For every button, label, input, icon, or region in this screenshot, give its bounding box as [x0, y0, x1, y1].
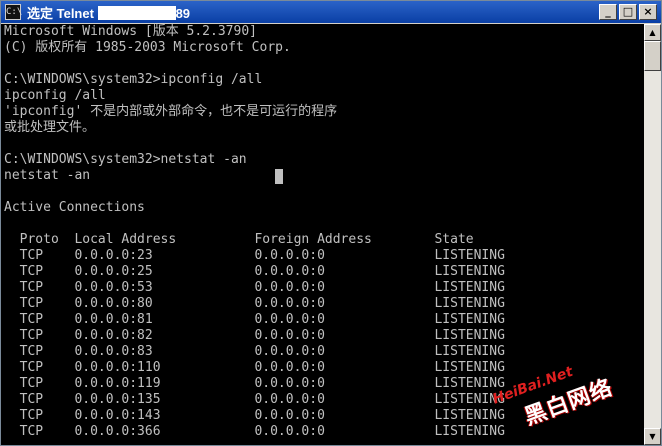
scroll-up-button[interactable]: ▲	[644, 24, 661, 41]
console-line: C:\WINDOWS\system32>ipconfig /all	[4, 72, 263, 87]
window-controls: _ □ ×	[599, 4, 657, 20]
redacted-host	[97, 5, 176, 20]
console-line: TCP 0.0.0.0:81 0.0.0.0:0 LISTENING	[4, 312, 505, 327]
console-line: (C) 版权所有 1985-2003 Microsoft Corp.	[4, 40, 291, 55]
console-line: TCP 0.0.0.0:80 0.0.0.0:0 LISTENING	[4, 296, 505, 311]
maximize-button[interactable]: □	[619, 4, 637, 20]
console-icon[interactable]: C:\	[5, 4, 22, 20]
console-line: C:\WINDOWS\system32>netstat -an	[4, 152, 247, 167]
console-line: ipconfig /all	[4, 88, 106, 103]
text-cursor	[275, 169, 283, 184]
console-line: TCP 0.0.0.0:53 0.0.0.0:0 LISTENING	[4, 280, 505, 295]
console-line: TCP 0.0.0.0:135 0.0.0.0:0 LISTENING	[4, 392, 505, 407]
close-button[interactable]: ×	[639, 4, 657, 20]
title-bar[interactable]: C:\ 选定 Telnet 89 _ □ ×	[1, 1, 661, 23]
console-line: 'ipconfig' 不是内部或外部命令，也不是可运行的程序	[4, 104, 338, 119]
console-line: TCP 0.0.0.0:83 0.0.0.0:0 LISTENING	[4, 344, 505, 359]
console-line: TCP 0.0.0.0:110 0.0.0.0:0 LISTENING	[4, 360, 505, 375]
console-line: TCP 0.0.0.0:23 0.0.0.0:0 LISTENING	[4, 248, 505, 263]
console-line: Active Connections	[4, 200, 145, 215]
console-line: TCP 0.0.0.0:366 0.0.0.0:0 LISTENING	[4, 424, 505, 439]
window-title: 选定 Telnet 89	[27, 3, 190, 22]
console-line: Microsoft Windows [版本 5.2.3790]	[4, 24, 257, 39]
console-line: 或批处理文件。	[4, 120, 96, 135]
console-line: TCP 0.0.0.0:82 0.0.0.0:0 LISTENING	[4, 328, 505, 343]
console-line: netstat -an	[4, 168, 91, 183]
scroll-thumb[interactable]	[644, 41, 661, 71]
console-line: TCP 0.0.0.0:25 0.0.0.0:0 LISTENING	[4, 264, 505, 279]
telnet-window: C:\ 选定 Telnet 89 _ □ × Microsoft Windows…	[0, 0, 662, 446]
window-title-suffix: 89	[175, 5, 191, 21]
console-line: Proto Local Address Foreign Address Stat…	[4, 232, 474, 247]
console-line: TCP 0.0.0.0:119 0.0.0.0:0 LISTENING	[4, 376, 505, 391]
minimize-button[interactable]: _	[599, 4, 617, 20]
console-line: TCP 0.0.0.0:143 0.0.0.0:0 LISTENING	[4, 408, 505, 423]
scroll-down-button[interactable]: ▼	[644, 428, 661, 445]
window-title-text: 选定 Telnet	[27, 5, 94, 21]
